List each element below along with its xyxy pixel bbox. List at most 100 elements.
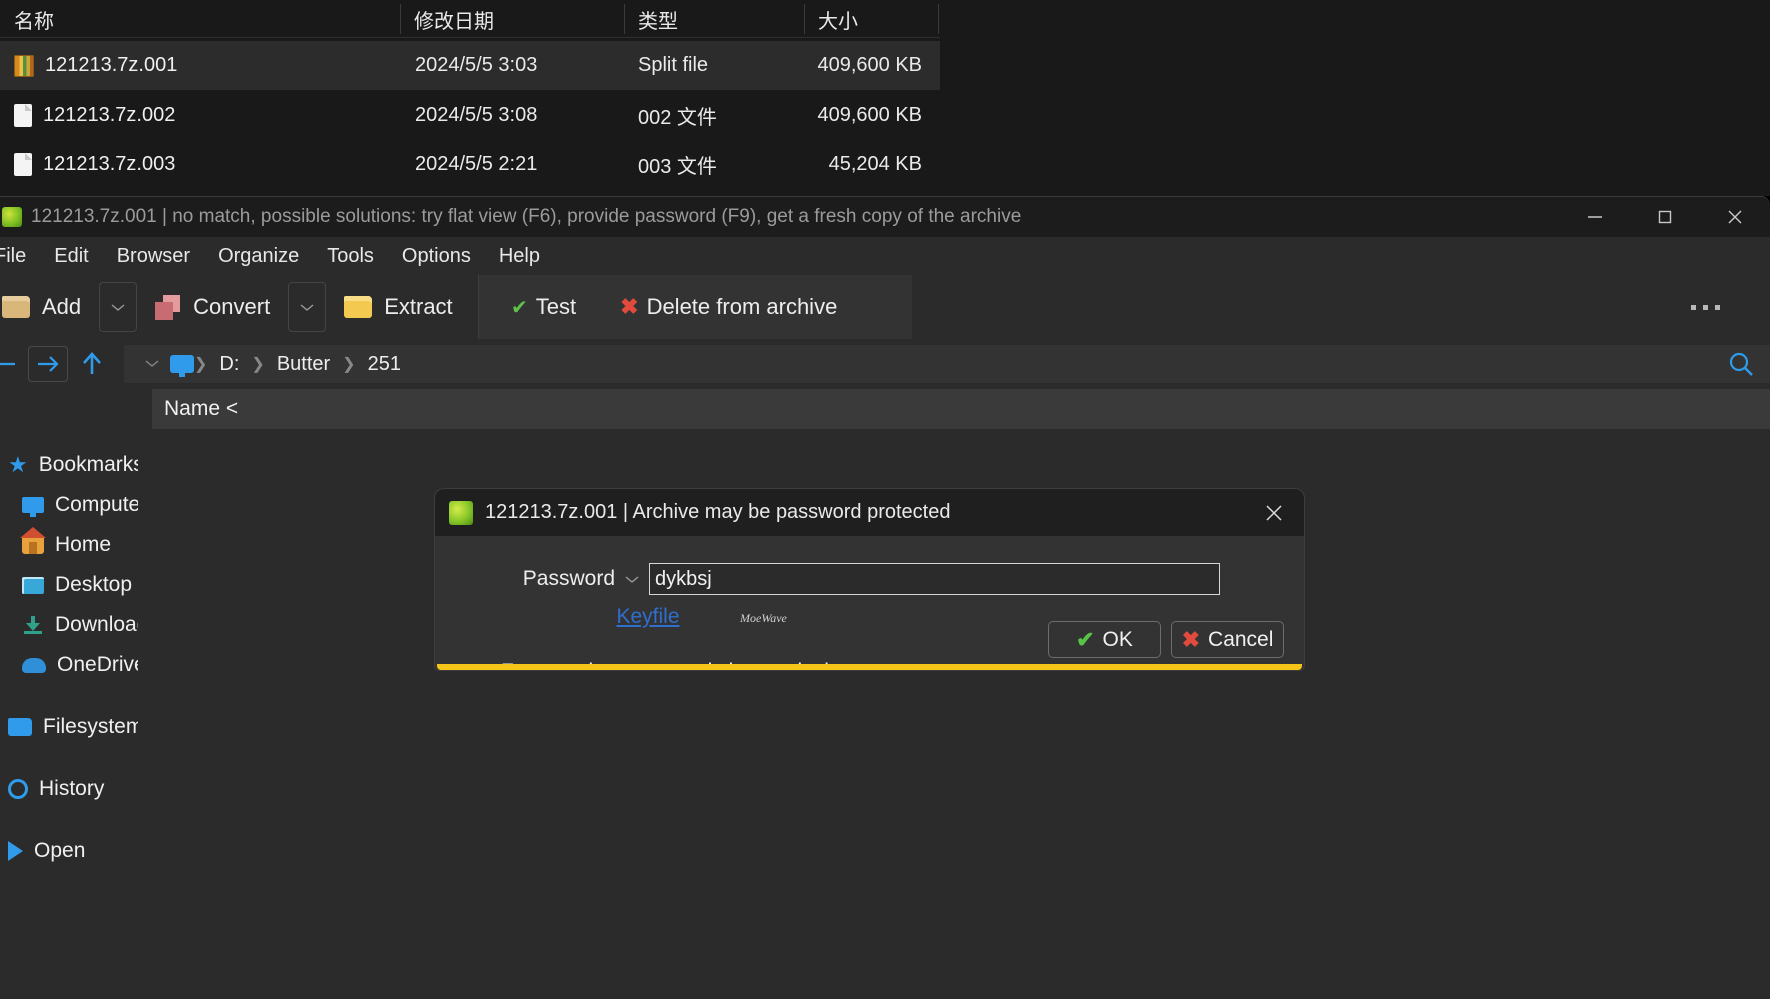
table-row[interactable]: 121213.7z.001 2024/5/5 3:03 Split file 4… [0, 41, 940, 90]
extract-folder-icon [344, 296, 373, 318]
menu-item-edit[interactable]: Edit [40, 241, 102, 272]
keyfile-link[interactable]: Keyfile [598, 605, 698, 629]
cancel-button[interactable]: ✖ Cancel [1171, 621, 1284, 658]
table-row[interactable]: 121213.7z.002 2024/5/5 3:08 002 文件 409,6… [0, 91, 940, 140]
computer-icon[interactable] [170, 355, 194, 377]
dialog-titlebar[interactable]: 121213.7z.001 | Archive may be password … [435, 489, 1304, 536]
test-button[interactable]: ✔ Test [511, 294, 576, 320]
sidebar-item-bookmarks[interactable]: ★ Bookmarks [0, 445, 138, 485]
extract-button[interactable]: Extract [328, 282, 468, 332]
breadcrumb-item-butter[interactable]: Butter [265, 353, 342, 376]
file-date-cell: 2024/5/5 3:08 [415, 104, 538, 126]
dialog-buttons: ✔ OK ✖ Cancel [1048, 621, 1284, 658]
toolbar-overflow-button[interactable] [1668, 282, 1744, 332]
convert-button[interactable]: Convert [139, 282, 286, 332]
sidebar-item-home[interactable]: Home [0, 525, 138, 565]
add-button-label: Add [42, 294, 82, 319]
home-icon [20, 527, 46, 554]
menu-item-organize[interactable]: Organize [204, 241, 313, 272]
breadcrumb-item-251[interactable]: 251 [356, 353, 413, 376]
convert-button-label: Convert [193, 294, 271, 319]
breadcrumb[interactable]: ❯ D: ❯ Butter ❯ 251 [124, 345, 1770, 383]
column-header-type[interactable]: 类型 [624, 0, 804, 38]
file-name-cell: 121213.7z.002 [14, 104, 175, 127]
sidebar-item-downloads[interactable]: Downloads [0, 605, 138, 645]
sidebar-item-label: Open [34, 839, 86, 862]
delete-button-label: Delete from archive [646, 294, 838, 319]
breadcrumb-item-drive[interactable]: D: [207, 353, 251, 376]
folder-icon [8, 718, 32, 736]
menu-item-browser[interactable]: Browser [103, 241, 204, 272]
file-name-label: 121213.7z.002 [43, 104, 176, 126]
breadcrumb-history-icon[interactable] [134, 355, 170, 373]
window-controls [1560, 197, 1770, 237]
file-size-cell: 45,204 KB [828, 153, 922, 175]
file-name-cell: 121213.7z.001 [14, 54, 177, 77]
file-date-cell: 2024/5/5 3:03 [415, 54, 538, 76]
search-icon[interactable] [1726, 349, 1756, 379]
close-icon[interactable] [1700, 197, 1770, 237]
maximize-icon[interactable] [1630, 197, 1700, 237]
file-date-cell: 2024/5/5 2:21 [415, 153, 538, 175]
up-button[interactable] [72, 346, 112, 382]
sidebar-item-desktop[interactable]: Desktop [0, 565, 138, 605]
toolbar-secondary-group: ✔ Test ✖ Delete from archive [478, 275, 912, 339]
back-button[interactable] [0, 346, 24, 382]
dialog-accent-bar [437, 664, 1302, 670]
menu-item-file[interactable]: File [0, 241, 40, 272]
file-size-cell: 409,600 KB [817, 104, 922, 126]
peazip-logo-icon [2, 207, 22, 227]
file-list-panel: Name < [138, 389, 1770, 999]
password-row: Password [435, 562, 1304, 596]
password-history-dropdown[interactable] [615, 574, 649, 584]
table-row[interactable]: 121213.7z.003 2024/5/5 2:21 003 文件 45,20… [0, 140, 940, 189]
sidebar-item-label: OneDrive [57, 653, 138, 676]
address-bar: ❯ D: ❯ Butter ❯ 251 [0, 339, 1770, 389]
cancel-button-label: Cancel [1208, 627, 1274, 651]
column-header-date[interactable]: 修改日期 [400, 0, 624, 38]
file-size-cell: 409,600 KB [817, 54, 922, 76]
dialog-title: 121213.7z.001 | Archive may be password … [485, 501, 951, 523]
sidebar-item-filesystem[interactable]: Filesystem [0, 707, 138, 747]
extract-button-label: Extract [384, 294, 453, 319]
cross-icon: ✖ [1181, 626, 1201, 652]
add-dropdown-button[interactable] [99, 282, 138, 332]
minimize-icon[interactable] [1560, 197, 1630, 237]
cloud-icon [22, 657, 46, 673]
document-icon [14, 104, 32, 127]
menu-item-options[interactable]: Options [388, 241, 485, 272]
sidebar-item-computer[interactable]: Computer [0, 485, 138, 525]
clock-icon [8, 779, 28, 799]
delete-icon: ✖ [620, 294, 639, 319]
convert-dropdown-button[interactable] [288, 282, 327, 332]
toolbar: Add Convert Extract ✔ Test ✖ Delete from… [0, 275, 1770, 339]
column-header-size[interactable]: 大小 [804, 0, 940, 38]
test-button-label: Test [535, 294, 577, 319]
sidebar-item-open[interactable]: Open [0, 831, 138, 871]
ok-button-label: OK [1102, 627, 1133, 651]
close-icon[interactable] [1252, 495, 1296, 531]
explorer-column-headers: 名称 修改日期 类型 大小 [0, 0, 940, 38]
delete-from-archive-button[interactable]: ✖ Delete from archive [620, 294, 837, 320]
add-button[interactable]: Add [0, 282, 97, 332]
breadcrumb-separator: ❯ [194, 356, 208, 373]
menu-item-tools[interactable]: Tools [313, 241, 388, 272]
menu-item-help[interactable]: Help [485, 241, 554, 272]
password-input[interactable] [649, 563, 1220, 595]
file-name-cell: 121213.7z.003 [14, 153, 175, 176]
peazip-titlebar[interactable]: 121213.7z.001 | no match, possible solut… [0, 197, 1770, 237]
download-icon [22, 616, 44, 634]
file-list-column-header-name[interactable]: Name < [152, 389, 1770, 429]
forward-button[interactable] [28, 346, 68, 382]
breadcrumb-separator: ❯ [251, 356, 265, 373]
archive-icon [14, 54, 34, 77]
file-type-cell: Split file [638, 54, 709, 76]
column-header-name[interactable]: 名称 [0, 0, 400, 38]
sidebar-item-onedrive[interactable]: OneDrive [0, 645, 138, 685]
window-title: 121213.7z.001 | no match, possible solut… [31, 206, 1022, 227]
password-dialog: 121213.7z.001 | Archive may be password … [435, 489, 1304, 675]
ok-button[interactable]: ✔ OK [1048, 621, 1161, 658]
sidebar-item-history[interactable]: History [0, 769, 138, 809]
check-icon: ✔ [1076, 626, 1095, 652]
sidebar-item-label: Home [55, 533, 112, 556]
